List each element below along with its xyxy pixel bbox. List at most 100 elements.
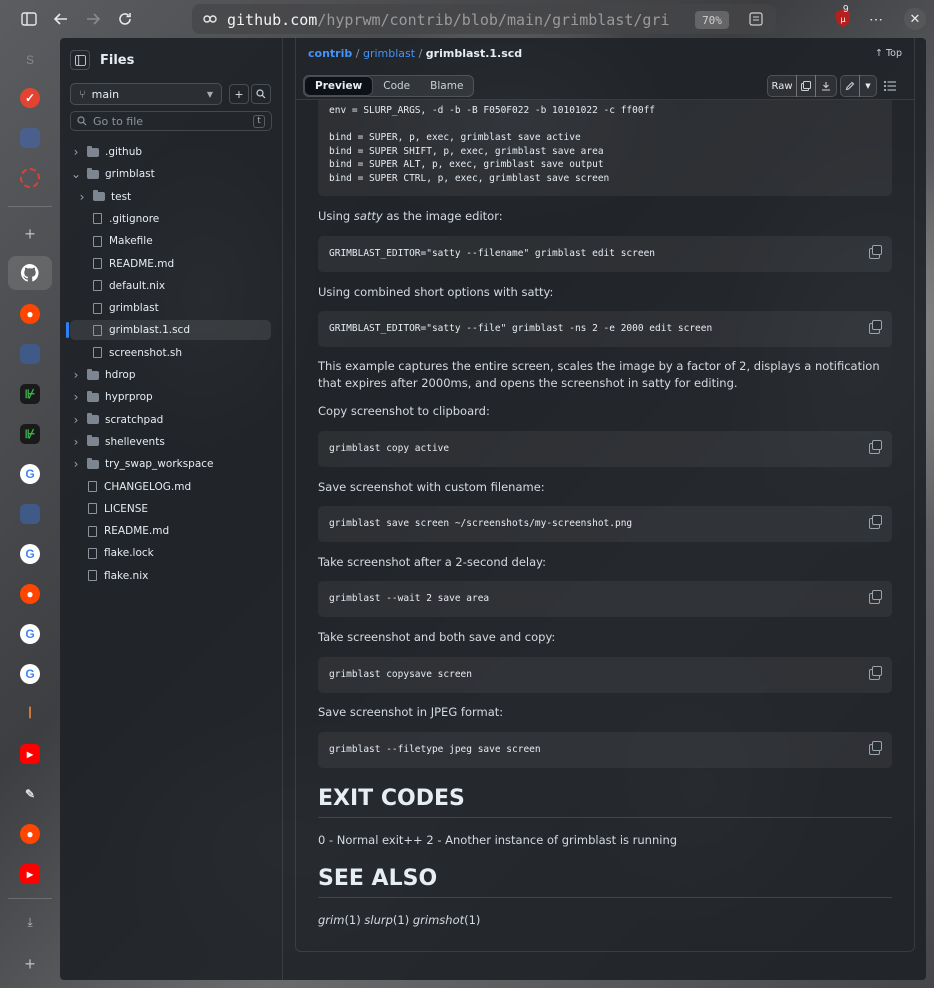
chevron-right-icon[interactable]: › <box>71 390 81 404</box>
tab-google-icon[interactable]: G <box>20 624 40 644</box>
tab-terminal-icon[interactable]: ⊮ <box>20 424 40 444</box>
tab-s-icon[interactable]: S <box>20 50 40 70</box>
tree-folder[interactable]: › hdrop <box>70 365 271 385</box>
folder-icon <box>87 457 99 469</box>
breadcrumb-folder-link[interactable]: grimblast <box>363 47 415 60</box>
top-link[interactable]: ↑ Top <box>875 48 902 59</box>
copy-icon[interactable] <box>869 741 882 755</box>
vertical-tab-strip: S ✓ + ● ⊮ ⊮ G G ● G G ꟾ ▶ ✎ ● ▶ ⤓ + <box>0 38 60 988</box>
copy-icon[interactable] <box>869 666 882 680</box>
url-text[interactable]: github.com/hyprwm/contrib/blob/main/grim… <box>227 11 689 29</box>
copy-icon[interactable] <box>869 320 882 334</box>
chevron-down-icon[interactable]: ⌄ <box>71 167 81 181</box>
chevron-right-icon[interactable]: › <box>77 190 87 204</box>
files-header: Files <box>70 50 134 70</box>
chevron-right-icon[interactable]: › <box>71 413 81 427</box>
tab-preview[interactable]: Preview <box>304 76 374 96</box>
tree-file[interactable]: flake.nix <box>70 566 271 586</box>
chevron-right-icon[interactable]: › <box>71 435 81 449</box>
tree-file[interactable]: default.nix <box>70 276 271 296</box>
top-link-label: Top <box>885 48 902 59</box>
tree-file[interactable]: .gitignore <box>70 209 271 229</box>
reload-icon[interactable] <box>114 8 136 30</box>
tab-blue-icon[interactable] <box>20 344 40 364</box>
tree-file[interactable]: screenshot.sh <box>70 343 271 363</box>
copy-icon[interactable] <box>869 590 882 604</box>
forward-icon[interactable] <box>82 8 104 30</box>
tab-code[interactable]: Code <box>373 76 420 96</box>
breadcrumb-repo-link[interactable]: contrib <box>308 47 352 60</box>
go-to-file-input[interactable]: Go to file t <box>70 111 272 131</box>
paragraph: Copy screenshot to clipboard: <box>318 404 490 418</box>
tree-folder[interactable]: › .github <box>70 142 271 162</box>
tree-file[interactable]: flake.lock <box>70 543 271 563</box>
site-info-icon[interactable] <box>202 11 218 30</box>
copy-icon[interactable] <box>869 440 882 454</box>
back-icon[interactable] <box>50 8 72 30</box>
collapse-sidebar-button[interactable] <box>70 50 90 70</box>
code-text: grimblast --filetype jpeg save screen <box>329 744 541 755</box>
chevron-right-icon[interactable]: › <box>71 457 81 471</box>
branch-selector[interactable]: ⑂ main ▼ <box>70 83 222 105</box>
tab-red-ring-icon[interactable] <box>20 168 40 188</box>
tab-orange-icon[interactable]: ꟾ <box>20 704 40 724</box>
go-to-file-placeholder: Go to file <box>93 114 144 128</box>
search-button[interactable] <box>251 84 271 104</box>
tree-file[interactable]: LICENSE <box>70 499 271 519</box>
address-bar[interactable]: github.com/hyprwm/contrib/blob/main/grim… <box>192 4 776 34</box>
tree-folder[interactable]: › hyprprop <box>70 387 271 407</box>
tab-google-icon[interactable]: G <box>20 544 40 564</box>
tab-terminal-icon[interactable]: ⊮ <box>20 384 40 404</box>
tab-youtube-icon[interactable]: ▶ <box>20 864 40 884</box>
copy-icon[interactable] <box>869 245 882 259</box>
tree-file[interactable]: README.md <box>70 254 271 274</box>
raw-button[interactable]: Raw <box>767 75 797 97</box>
close-window-icon[interactable]: ✕ <box>904 8 926 30</box>
chevron-right-icon[interactable]: › <box>71 368 81 382</box>
sidebar-toggle-icon[interactable] <box>18 8 40 30</box>
add-file-button[interactable]: + <box>229 84 249 104</box>
tab-blue-icon[interactable] <box>20 504 40 524</box>
tree-item-label: shellevents <box>105 435 165 448</box>
tree-folder[interactable]: › scratchpad <box>70 410 271 430</box>
tab-blue-icon[interactable] <box>20 128 40 148</box>
download-button[interactable] <box>815 75 837 97</box>
tree-folder[interactable]: › try_swap_workspace <box>70 454 271 474</box>
add-space-icon[interactable]: + <box>20 954 40 974</box>
folder-icon <box>87 413 99 425</box>
tab-youtube-icon[interactable]: ▶ <box>20 744 40 764</box>
edit-options-button[interactable]: ▼ <box>859 75 877 97</box>
tree-file[interactable]: README.md <box>70 521 271 541</box>
tree-folder[interactable]: ⌄ grimblast <box>70 164 271 184</box>
tree-file[interactable]: grimblast.1.scd <box>70 320 271 341</box>
new-tab-icon[interactable]: + <box>20 224 40 244</box>
edit-button[interactable] <box>840 75 860 97</box>
tab-reddit-icon[interactable]: ● <box>20 824 40 844</box>
file-icon <box>93 324 102 336</box>
tab-github-icon[interactable] <box>8 256 52 290</box>
tree-file[interactable]: Makefile <box>70 231 271 251</box>
tab-google-icon[interactable]: G <box>20 464 40 484</box>
more-menu-icon[interactable]: ⋯ <box>865 8 887 30</box>
copy-raw-button[interactable] <box>796 75 816 97</box>
view-mode-tabs: Preview Code Blame <box>303 75 475 97</box>
tree-folder[interactable]: › test <box>70 187 271 207</box>
chevron-right-icon[interactable]: › <box>71 145 81 159</box>
tree-file[interactable]: grimblast <box>70 298 271 318</box>
copy-icon[interactable] <box>869 515 882 529</box>
code-block: grimblast copysave screen <box>318 657 892 693</box>
tree-file[interactable]: CHANGELOG.md <box>70 477 271 497</box>
tab-feather-icon[interactable]: ✎ <box>20 784 40 804</box>
zoom-badge[interactable]: 70% <box>695 11 729 29</box>
tab-google-icon[interactable]: G <box>20 664 40 684</box>
tab-reddit-icon[interactable]: ● <box>20 304 40 324</box>
paragraph: Take screenshot and both save and copy: <box>318 630 556 644</box>
tree-folder[interactable]: › shellevents <box>70 432 271 452</box>
symbols-outline-button[interactable] <box>884 80 896 94</box>
search-icon <box>77 116 87 126</box>
downloads-icon[interactable]: ⤓ <box>20 912 40 932</box>
tab-blame[interactable]: Blame <box>420 76 473 96</box>
reader-mode-icon[interactable] <box>749 12 763 29</box>
tab-reddit-icon[interactable]: ● <box>20 584 40 604</box>
tab-todoist-icon[interactable]: ✓ <box>20 88 40 108</box>
